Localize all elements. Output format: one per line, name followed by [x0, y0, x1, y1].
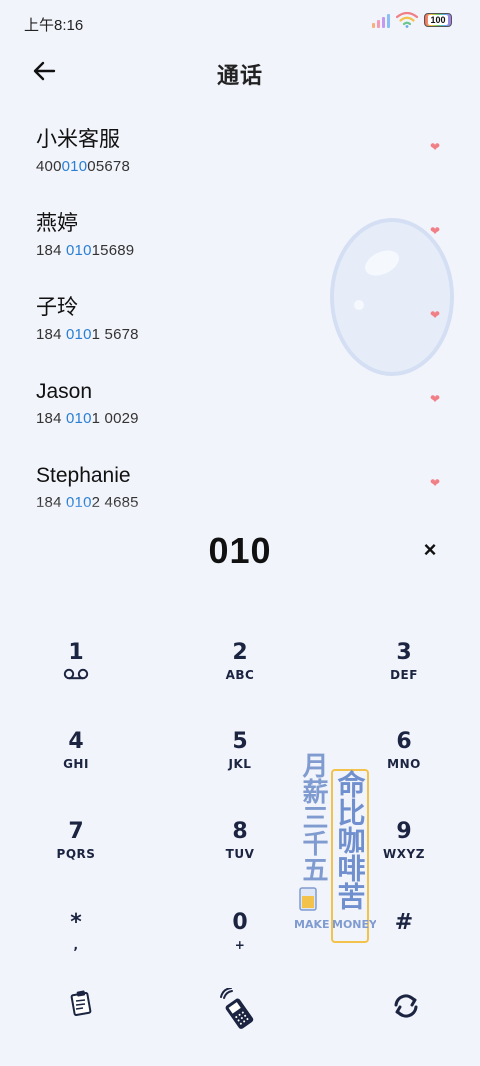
number-match: 010	[66, 242, 92, 259]
key-6[interactable]: 6 MNO	[354, 729, 454, 809]
battery-level: 100	[428, 15, 448, 25]
contact-name: Stephanie	[36, 464, 131, 487]
key-9[interactable]: 9 WXYZ	[354, 819, 454, 899]
heart-icon: ❤	[429, 476, 440, 490]
key-2[interactable]: 2 ABC	[190, 640, 290, 720]
sticker-make: MAKE	[294, 918, 330, 931]
heart-icon: ❤	[429, 224, 440, 238]
key-3[interactable]: 3 DEF	[354, 640, 454, 720]
battery-icon: 100	[424, 13, 452, 27]
heart-icon: ❤	[429, 392, 440, 406]
contact-number: 184 0101 5678	[36, 326, 139, 343]
key-1[interactable]: 1	[26, 640, 126, 720]
key-8[interactable]: 8 TUV	[190, 819, 290, 899]
contact-row[interactable]: 子玲 184 0101 5678 ❤	[36, 294, 440, 378]
dial-phone-icon[interactable]	[218, 988, 262, 1032]
contact-name: 燕婷	[36, 212, 78, 235]
clear-icon[interactable]: ×	[418, 538, 442, 562]
contact-name: 子玲	[36, 296, 78, 319]
key-5[interactable]: 5 JKL	[190, 729, 290, 809]
dial-input: 010	[208, 530, 272, 571]
wifi-icon	[396, 12, 418, 28]
key-star[interactable]: *,	[26, 910, 126, 990]
number-match: 010	[66, 326, 92, 343]
key-hash[interactable]: #	[354, 910, 454, 990]
contact-list: 小米客服 40001005678 ❤ 燕婷 184 01015689 ❤ 子玲 …	[36, 126, 440, 546]
contact-number: 184 0101 0029	[36, 410, 139, 427]
heart-icon: ❤	[429, 140, 440, 154]
status-bar: 上午8:16 100	[0, 0, 480, 46]
status-time: 上午8:16	[24, 17, 84, 34]
voicemail-icon	[63, 668, 89, 680]
clipboard-icon[interactable]	[62, 984, 102, 1024]
contact-number: 184 01015689	[36, 242, 135, 259]
heart-icon: ❤	[429, 308, 440, 322]
number-match: 010	[66, 410, 92, 427]
contact-name: Jason	[36, 380, 93, 403]
key-0[interactable]: 0 +	[190, 910, 290, 990]
contact-row[interactable]: 小米客服 40001005678 ❤	[36, 126, 440, 210]
refresh-icon[interactable]	[386, 986, 426, 1026]
list-fade	[0, 502, 480, 522]
number-match: 010	[61, 158, 88, 175]
contact-row[interactable]: 燕婷 184 01015689 ❤	[36, 210, 440, 294]
contact-name: 小米客服	[36, 128, 120, 151]
bottom-toolbar	[0, 984, 480, 1034]
signal-icon	[372, 12, 390, 28]
key-4[interactable]: 4 GHI	[26, 729, 126, 809]
key-7[interactable]: 7 PQRS	[26, 819, 126, 899]
header: 通话	[0, 52, 480, 92]
page-title: 通话	[216, 63, 263, 88]
contact-row[interactable]: Jason 184 0101 0029 ❤	[36, 378, 440, 462]
sticker-text-left: 月薪三千五	[298, 752, 329, 882]
contact-number: 40001005678	[36, 158, 130, 175]
